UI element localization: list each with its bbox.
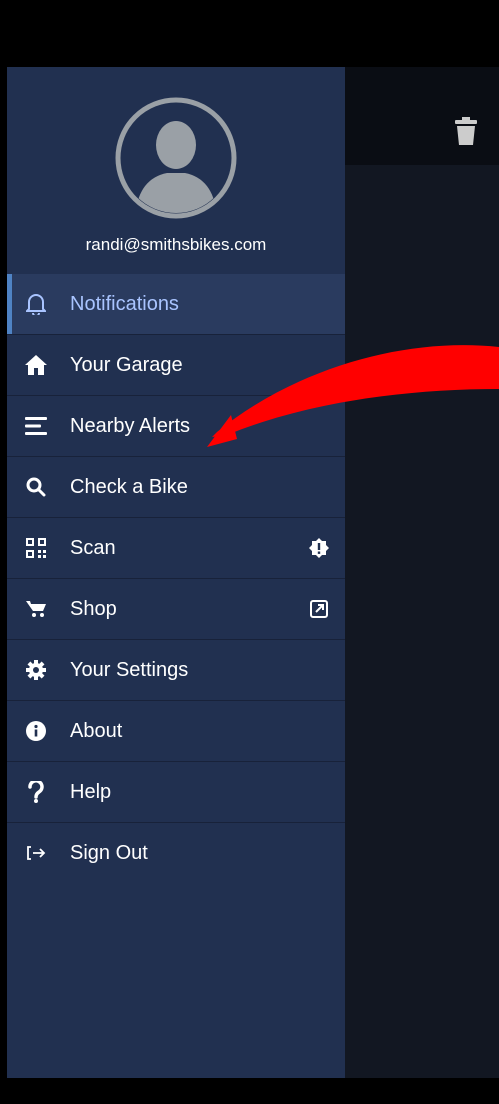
navigation-drawer: randi@smithsbikes.com Notifications Your… [7, 67, 345, 1078]
external-link-icon [309, 599, 329, 619]
info-icon [25, 720, 47, 742]
menu-item-label: Nearby Alerts [70, 414, 191, 437]
bell-icon [25, 293, 47, 315]
menu-item-your-garage[interactable]: Your Garage [7, 335, 345, 396]
menu-item-shop[interactable]: Shop [7, 579, 345, 640]
menu-item-sign-out[interactable]: Sign Out [7, 823, 345, 883]
menu-item-your-settings[interactable]: Your Settings [7, 640, 345, 701]
menu-item-help[interactable]: Help [7, 762, 345, 823]
sign-out-icon [25, 842, 47, 864]
menu-item-check-a-bike[interactable]: Check a Bike [7, 457, 345, 518]
drawer-menu: Notifications Your Garage Nearby Alerts … [7, 274, 345, 883]
menu-item-nearby-alerts[interactable]: Nearby Alerts [7, 396, 345, 457]
app-screen: randi@smithsbikes.com Notifications Your… [7, 67, 499, 1078]
trash-icon[interactable] [455, 117, 477, 150]
menu-item-label: Your Settings [70, 658, 189, 681]
menu-item-label: About [70, 719, 123, 742]
menu-item-label: Shop [70, 597, 117, 620]
top-app-bar [345, 67, 499, 165]
search-icon [25, 476, 47, 498]
menu-item-label: Sign Out [70, 841, 148, 864]
gear-icon [25, 659, 47, 681]
menu-item-label: Check a Bike [70, 475, 188, 498]
qr-code-icon [25, 537, 47, 559]
menu-item-label: Help [70, 780, 112, 803]
alert-badge-icon [309, 538, 329, 558]
menu-item-about[interactable]: About [7, 701, 345, 762]
home-icon [25, 354, 47, 376]
user-email: randi@smithsbikes.com [85, 235, 267, 254]
menu-item-notifications[interactable]: Notifications [7, 274, 345, 335]
menu-item-label: Notifications [70, 292, 179, 315]
list-icon [25, 415, 47, 437]
menu-item-scan[interactable]: Scan [7, 518, 345, 579]
dimmed-content-area[interactable] [345, 165, 499, 1078]
menu-item-label: Scan [70, 536, 116, 559]
question-icon [25, 781, 47, 803]
cart-icon [25, 598, 47, 620]
avatar[interactable] [115, 97, 237, 219]
menu-item-label: Your Garage [70, 353, 183, 376]
